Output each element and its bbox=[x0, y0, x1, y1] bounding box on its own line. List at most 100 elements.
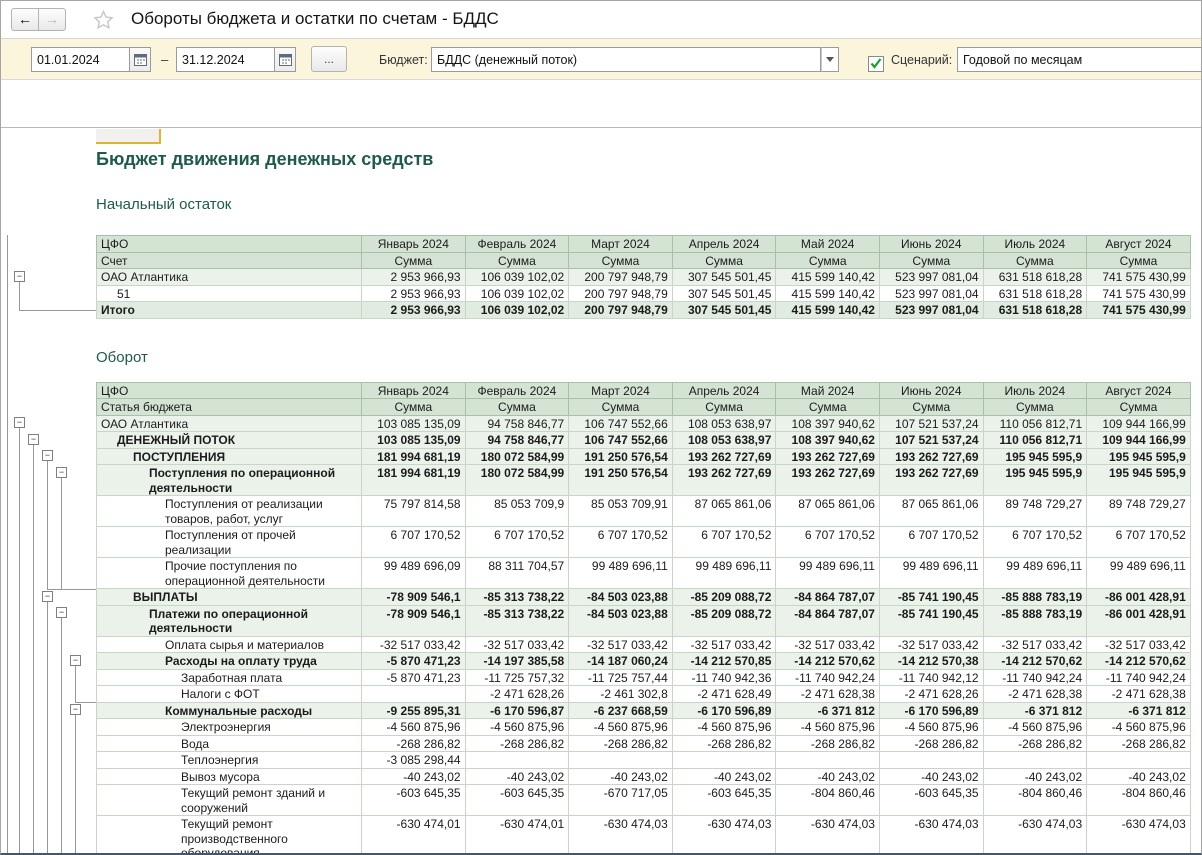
value-cell[interactable] bbox=[776, 752, 880, 769]
month-header[interactable]: Январь 2024 bbox=[362, 236, 466, 253]
row-label-cell[interactable]: Поступления по операционной деятельности bbox=[97, 465, 362, 496]
row-label-cell[interactable]: Платежи по операционной деятельности bbox=[97, 605, 362, 636]
value-cell[interactable] bbox=[672, 752, 776, 769]
collapse-group-button[interactable]: − bbox=[70, 704, 81, 715]
value-cell[interactable]: 99 489 696,09 bbox=[362, 558, 466, 589]
value-cell[interactable]: 741 575 430,99 bbox=[1087, 269, 1191, 286]
value-cell[interactable]: 87 065 861,06 bbox=[879, 496, 983, 527]
month-header[interactable]: Февраль 2024 bbox=[465, 382, 569, 399]
value-cell[interactable]: 193 262 727,69 bbox=[672, 465, 776, 496]
row-label-cell[interactable]: Заработная плата bbox=[97, 669, 362, 686]
value-cell[interactable]: 191 250 576,54 bbox=[569, 465, 673, 496]
month-header[interactable]: Июнь 2024 bbox=[879, 382, 983, 399]
value-cell[interactable]: -32 517 033,42 bbox=[465, 636, 569, 653]
value-cell[interactable]: -85 209 088,72 bbox=[672, 605, 776, 636]
value-cell[interactable]: -6 371 812 bbox=[983, 702, 1087, 719]
value-cell[interactable]: 191 250 576,54 bbox=[569, 448, 673, 465]
value-cell[interactable]: -5 870 471,23 bbox=[362, 669, 466, 686]
value-cell[interactable]: -630 474,03 bbox=[983, 816, 1087, 854]
sum-header[interactable]: Сумма bbox=[983, 252, 1087, 269]
sum-header[interactable]: Сумма bbox=[1087, 399, 1191, 416]
value-cell[interactable]: -14 212 570,62 bbox=[983, 653, 1087, 670]
row-label-cell[interactable]: ДЕНЕЖНЫЙ ПОТОК bbox=[97, 432, 362, 449]
value-cell[interactable]: 200 797 948,79 bbox=[569, 269, 673, 286]
value-cell[interactable]: -268 286,82 bbox=[465, 735, 569, 752]
sum-header[interactable]: Сумма bbox=[1087, 252, 1191, 269]
month-header[interactable]: Июль 2024 bbox=[983, 236, 1087, 253]
row-label-cell[interactable]: ВЫПЛАТЫ bbox=[97, 589, 362, 606]
row-label-cell[interactable]: Прочие поступления по операционной деяте… bbox=[97, 558, 362, 589]
value-cell[interactable]: 200 797 948,79 bbox=[569, 285, 673, 302]
row-label-cell[interactable]: ПОСТУПЛЕНИЯ bbox=[97, 448, 362, 465]
back-button[interactable]: ← bbox=[11, 8, 39, 31]
value-cell[interactable]: 6 707 170,52 bbox=[983, 527, 1087, 558]
value-cell[interactable]: -268 286,82 bbox=[362, 735, 466, 752]
value-cell[interactable]: -14 212 570,38 bbox=[879, 653, 983, 670]
value-cell[interactable]: 307 545 501,45 bbox=[672, 302, 776, 319]
value-cell[interactable]: -603 645,35 bbox=[672, 785, 776, 816]
value-cell[interactable]: -268 286,82 bbox=[879, 735, 983, 752]
value-cell[interactable]: -85 209 088,72 bbox=[672, 589, 776, 606]
value-cell[interactable]: -2 461 302,8 bbox=[569, 686, 673, 703]
value-cell[interactable]: -40 243,02 bbox=[362, 768, 466, 785]
value-cell[interactable]: -2 471 628,26 bbox=[879, 686, 983, 703]
sum-header[interactable]: Сумма bbox=[672, 252, 776, 269]
value-cell[interactable]: 6 707 170,52 bbox=[1087, 527, 1191, 558]
value-cell[interactable]: -40 243,02 bbox=[776, 768, 880, 785]
value-cell[interactable]: -85 888 783,19 bbox=[983, 605, 1087, 636]
row-label-cell[interactable]: Итого bbox=[97, 302, 362, 319]
value-cell[interactable] bbox=[1087, 752, 1191, 769]
value-cell[interactable]: 307 545 501,45 bbox=[672, 285, 776, 302]
month-header[interactable]: Январь 2024 bbox=[362, 382, 466, 399]
budget-input[interactable] bbox=[431, 47, 821, 72]
value-cell[interactable]: -4 560 875,96 bbox=[569, 719, 673, 736]
value-cell[interactable]: -4 560 875,96 bbox=[879, 719, 983, 736]
value-cell[interactable]: 193 262 727,69 bbox=[879, 465, 983, 496]
value-cell[interactable]: 109 944 166,99 bbox=[1087, 432, 1191, 449]
value-cell[interactable]: 6 707 170,52 bbox=[362, 527, 466, 558]
calendar-icon[interactable] bbox=[275, 47, 296, 72]
value-cell[interactable]: -85 313 738,22 bbox=[465, 605, 569, 636]
value-cell[interactable]: 415 599 140,42 bbox=[776, 302, 880, 319]
value-cell[interactable]: 415 599 140,42 bbox=[776, 285, 880, 302]
value-cell[interactable]: -32 517 033,42 bbox=[776, 636, 880, 653]
value-cell[interactable]: -630 474,03 bbox=[776, 816, 880, 854]
value-cell[interactable]: -11 725 757,32 bbox=[465, 669, 569, 686]
value-cell[interactable]: -5 870 471,23 bbox=[362, 653, 466, 670]
value-cell[interactable]: 6 707 170,52 bbox=[569, 527, 673, 558]
value-cell[interactable]: 180 072 584,99 bbox=[465, 465, 569, 496]
value-cell[interactable] bbox=[465, 752, 569, 769]
sum-header[interactable]: Сумма bbox=[879, 252, 983, 269]
month-header[interactable]: Апрель 2024 bbox=[672, 382, 776, 399]
favorite-star-icon[interactable] bbox=[93, 10, 114, 30]
period-more-button[interactable]: ... bbox=[311, 46, 347, 72]
value-cell[interactable]: -86 001 428,91 bbox=[1087, 605, 1191, 636]
value-cell[interactable]: -9 255 895,31 bbox=[362, 702, 466, 719]
value-cell[interactable]: -603 645,35 bbox=[362, 785, 466, 816]
value-cell[interactable]: 108 053 638,97 bbox=[672, 415, 776, 432]
value-cell[interactable]: -6 170 596,89 bbox=[879, 702, 983, 719]
value-cell[interactable]: -11 740 942,12 bbox=[879, 669, 983, 686]
value-cell[interactable]: -40 243,02 bbox=[983, 768, 1087, 785]
collapse-group-button[interactable]: − bbox=[42, 591, 53, 602]
month-header[interactable]: Март 2024 bbox=[569, 382, 673, 399]
row-label-cell[interactable]: ОАО Атлантика bbox=[97, 269, 362, 286]
forward-button[interactable]: → bbox=[38, 8, 66, 31]
value-cell[interactable]: -14 212 570,62 bbox=[776, 653, 880, 670]
value-cell[interactable]: -4 560 875,96 bbox=[362, 719, 466, 736]
value-cell[interactable]: -11 740 942,36 bbox=[672, 669, 776, 686]
value-cell[interactable]: -630 474,03 bbox=[1087, 816, 1191, 854]
value-cell[interactable]: -14 197 385,58 bbox=[465, 653, 569, 670]
value-cell[interactable]: -268 286,82 bbox=[672, 735, 776, 752]
value-cell[interactable]: 195 945 595,9 bbox=[983, 448, 1087, 465]
value-cell[interactable]: -4 560 875,96 bbox=[465, 719, 569, 736]
value-cell[interactable] bbox=[983, 752, 1087, 769]
row-label-cell[interactable]: 51 bbox=[97, 285, 362, 302]
value-cell[interactable]: 94 758 846,77 bbox=[465, 432, 569, 449]
value-cell[interactable]: -14 212 570,62 bbox=[1087, 653, 1191, 670]
value-cell[interactable]: 195 945 595,9 bbox=[1087, 448, 1191, 465]
value-cell[interactable]: 106 039 102,02 bbox=[465, 285, 569, 302]
row-label-cell[interactable]: Электроэнергия bbox=[97, 719, 362, 736]
value-cell[interactable]: 87 065 861,06 bbox=[672, 496, 776, 527]
value-cell[interactable]: 195 945 595,9 bbox=[1087, 465, 1191, 496]
